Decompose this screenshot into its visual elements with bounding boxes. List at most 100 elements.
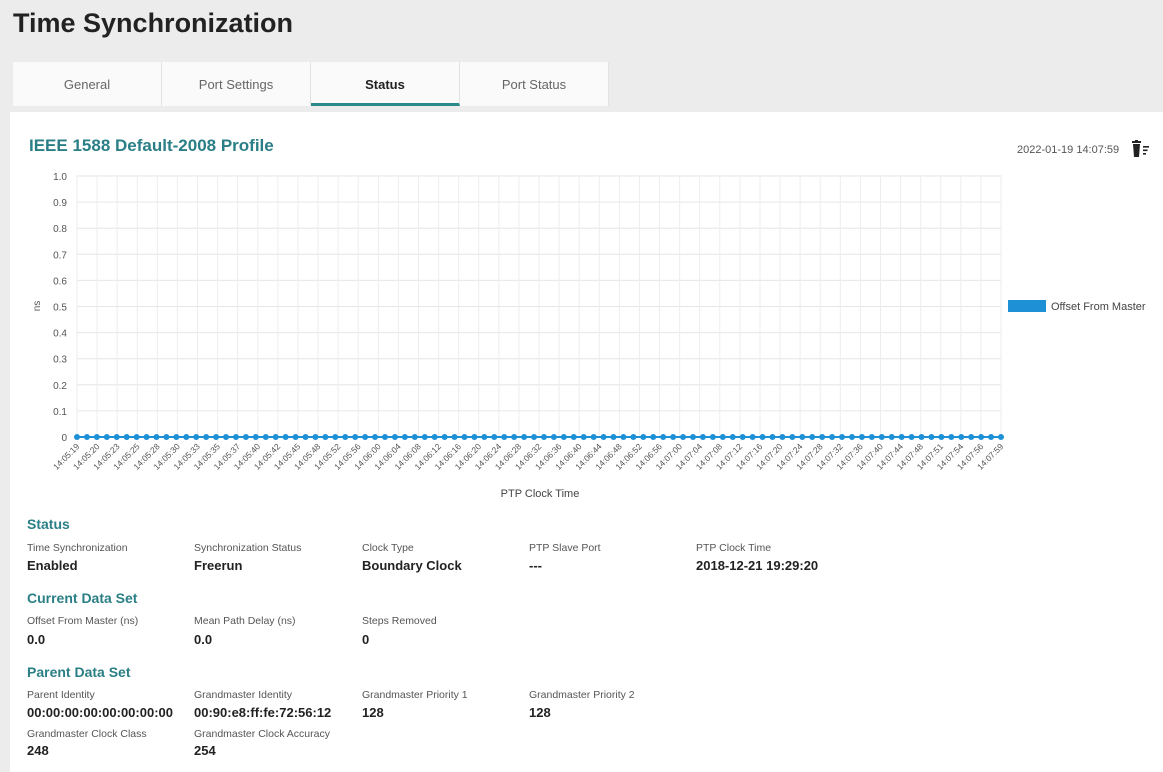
last-update-timestamp: 2022-01-19 14:07:59 xyxy=(1017,144,1120,156)
data-point xyxy=(421,434,428,440)
status-heading: Status xyxy=(27,516,70,532)
data-point xyxy=(511,434,518,440)
data-point xyxy=(819,434,826,440)
gm-clock-accuracy-label: Grandmaster Clock Accuracy xyxy=(194,728,330,740)
gm-priority-1-label: Grandmaster Priority 1 xyxy=(362,689,468,701)
data-point xyxy=(342,434,349,440)
y-tick-label: 0.2 xyxy=(53,381,67,392)
data-point xyxy=(302,434,309,440)
y-tick-label: 0.9 xyxy=(53,198,67,209)
data-point xyxy=(133,434,140,440)
y-tick-label: 0.5 xyxy=(53,303,67,314)
parent-identity-label: Parent Identity xyxy=(27,689,95,701)
gm-priority-2-value: 128 xyxy=(529,705,551,720)
tab-general[interactable]: General xyxy=(13,62,162,106)
data-point xyxy=(739,434,746,440)
parent-data-set-heading: Parent Data Set xyxy=(27,664,131,680)
parent-identity-value: 00:00:00:00:00:00:00:00 xyxy=(27,705,173,720)
gm-priority-1-value: 128 xyxy=(362,705,384,720)
data-point xyxy=(799,434,806,440)
data-point xyxy=(292,434,299,440)
data-point xyxy=(461,434,468,440)
tab-bar: General Port Settings Status Port Status xyxy=(13,62,609,106)
time-sync-label: Time Synchronization xyxy=(27,542,128,554)
data-point xyxy=(193,434,200,440)
y-tick-label: 1.0 xyxy=(53,172,67,183)
gm-priority-2-label: Grandmaster Priority 2 xyxy=(529,689,635,701)
data-point xyxy=(322,434,329,440)
sync-status-value: Freerun xyxy=(194,558,243,573)
data-point xyxy=(620,434,627,440)
data-point xyxy=(958,434,965,440)
data-point xyxy=(868,434,875,440)
data-point xyxy=(630,434,637,440)
clock-type-label: Clock Type xyxy=(362,542,414,554)
data-point xyxy=(749,434,756,440)
data-point xyxy=(650,434,657,440)
data-point xyxy=(680,434,687,440)
data-point xyxy=(839,434,846,440)
data-point xyxy=(769,434,776,440)
data-point xyxy=(789,434,796,440)
tab-port-status[interactable]: Port Status xyxy=(460,62,609,106)
data-point xyxy=(878,434,885,440)
data-point xyxy=(660,434,667,440)
data-point xyxy=(729,434,736,440)
data-point xyxy=(352,434,359,440)
data-point xyxy=(560,434,567,440)
y-tick-label: 0.4 xyxy=(53,329,67,340)
y-tick-label: 0.8 xyxy=(53,224,67,235)
offset-from-master-value: 0.0 xyxy=(27,632,46,647)
x-tick-labels: 14:05:1914:05:2014:05:2314:05:2514:05:28… xyxy=(51,441,1006,472)
data-point xyxy=(272,434,279,440)
data-point xyxy=(928,434,935,440)
data-point xyxy=(153,434,160,440)
data-point xyxy=(372,434,379,440)
data-point xyxy=(223,434,230,440)
profile-title: IEEE 1588 Default-2008 Profile xyxy=(29,136,274,155)
data-point xyxy=(888,434,895,440)
data-point xyxy=(401,434,408,440)
data-point xyxy=(531,434,538,440)
data-point xyxy=(610,434,617,440)
data-point xyxy=(83,434,90,440)
slave-port-value: --- xyxy=(529,558,542,573)
data-point xyxy=(362,434,369,440)
page-title: Time Synchronization xyxy=(13,8,294,38)
data-point xyxy=(123,434,130,440)
data-point xyxy=(988,434,995,440)
data-point xyxy=(93,434,100,440)
data-point xyxy=(103,434,110,440)
data-point xyxy=(382,434,388,440)
data-point xyxy=(491,434,498,440)
data-point xyxy=(173,434,180,440)
legend-swatch xyxy=(1008,300,1046,312)
legend[interactable]: Offset From Master xyxy=(1008,300,1146,313)
data-point xyxy=(262,434,269,440)
tab-status[interactable]: Status xyxy=(311,62,460,106)
gm-clock-accuracy-value: 254 xyxy=(194,743,216,758)
data-point xyxy=(471,434,478,440)
data-point xyxy=(521,434,528,440)
data-point xyxy=(998,434,1004,440)
data-point xyxy=(411,434,418,440)
clock-type-value: Boundary Clock xyxy=(362,558,462,573)
data-point xyxy=(451,434,458,440)
data-point xyxy=(332,434,339,440)
gm-clock-class-label: Grandmaster Clock Class xyxy=(27,728,147,740)
data-point xyxy=(809,434,816,440)
data-point xyxy=(978,434,985,440)
data-point xyxy=(719,434,726,440)
data-point xyxy=(203,434,210,440)
data-point xyxy=(143,434,150,440)
data-point xyxy=(898,434,905,440)
data-point xyxy=(113,434,120,440)
data-point xyxy=(252,434,259,440)
data-point xyxy=(938,434,945,440)
tab-port-settings[interactable]: Port Settings xyxy=(162,62,311,106)
data-point xyxy=(670,434,677,440)
y-tick-label: 0.1 xyxy=(53,407,67,418)
data-point xyxy=(282,434,289,440)
data-point xyxy=(441,434,448,440)
y-tick-label: 0.3 xyxy=(53,355,67,366)
